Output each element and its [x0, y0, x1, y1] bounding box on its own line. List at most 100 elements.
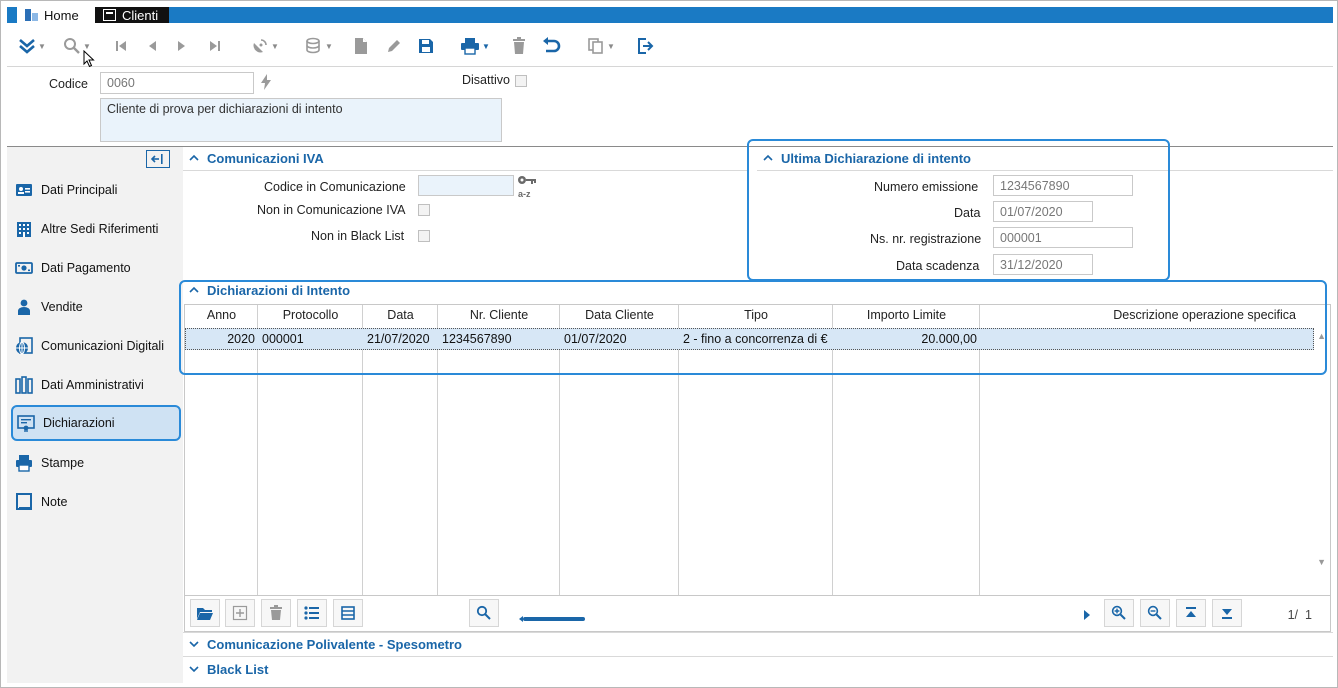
connect-button[interactable]: ▼	[245, 32, 285, 60]
print-button[interactable]: ▼	[453, 32, 497, 60]
menu-expand-button[interactable]: ▼	[13, 32, 51, 60]
sidebar-item-comunicazioni-digitali[interactable]: Comunicazioni Digitali	[11, 328, 181, 364]
disattivo-label: Disattivo	[462, 73, 510, 87]
exit-button[interactable]	[631, 32, 659, 60]
section-ultima-dichiarazione-header[interactable]: Ultima Dichiarazione di intento	[757, 147, 971, 169]
open-folder-button[interactable]	[190, 599, 220, 627]
numero-emissione-field[interactable]: 1234567890	[993, 175, 1133, 196]
save-button[interactable]	[414, 32, 438, 60]
new-document-button[interactable]	[349, 32, 373, 60]
sidebar-item-altre-sedi[interactable]: Altre Sedi Riferimenti	[11, 211, 181, 247]
scroll-up-icon[interactable]: ▲	[1317, 331, 1326, 341]
dropdown-arrow-icon: ▼	[482, 41, 490, 51]
tab-home[interactable]: Home	[17, 7, 95, 23]
data-field[interactable]: 01/07/2020	[993, 201, 1093, 222]
arrow-top-icon	[1186, 607, 1196, 617]
database-button[interactable]: ▼	[299, 32, 339, 60]
section-black-list-header[interactable]: Black List	[183, 658, 268, 680]
sidebar-item-note[interactable]: Note	[11, 484, 181, 520]
zoom-out-button[interactable]	[1140, 599, 1170, 627]
add-row-button[interactable]	[225, 599, 255, 627]
scroll-bottom-button[interactable]	[1212, 599, 1242, 627]
column-header-nr-cliente[interactable]: Nr. Cliente	[438, 305, 560, 325]
tab-clienti-label: Clienti	[122, 7, 159, 23]
cell-importo-limite: 20.000,00	[921, 332, 977, 346]
undo-button[interactable]	[537, 32, 565, 60]
section-dichiarazioni-header[interactable]: Dichiarazioni di Intento	[183, 279, 350, 301]
disattivo-checkbox[interactable]	[515, 75, 527, 87]
cell-data: 21/07/2020	[367, 332, 430, 346]
table-icon	[341, 606, 355, 620]
cell-descrizione	[981, 329, 1311, 349]
mouse-cursor-icon	[83, 50, 95, 68]
section-title: Ultima Dichiarazione di intento	[781, 150, 971, 166]
delete-row-button[interactable]	[261, 599, 291, 627]
section-divider	[183, 170, 749, 171]
sidebar-item-dati-pagamento[interactable]: Dati Pagamento	[11, 250, 181, 286]
zoom-in-button[interactable]	[1104, 599, 1134, 627]
app-window: Home Clienti ▼ ▼ ▼ ▼ ▼ ▼ Codice 0060 Dis…	[0, 0, 1338, 688]
pager-total: 1	[1305, 608, 1312, 622]
edit-button[interactable]	[382, 32, 406, 60]
next-record-button[interactable]	[171, 32, 193, 60]
sidebar-item-dati-amministrativi[interactable]: Dati Amministrativi	[11, 367, 181, 403]
first-icon	[116, 41, 126, 51]
data-scadenza-field[interactable]: 31/12/2020	[993, 254, 1093, 275]
non-iva-checkbox[interactable]	[418, 204, 430, 216]
column-header-protocollo[interactable]: Protocollo	[258, 305, 363, 325]
descrizione-field[interactable]: Cliente di prova per dichiarazioni di in…	[100, 98, 502, 142]
folder-open-icon	[197, 608, 213, 620]
certificate-icon	[17, 414, 35, 432]
printer-icon	[15, 454, 33, 472]
sidebar-item-label: Comunicazioni Digitali	[41, 339, 164, 353]
data-label: Data	[954, 206, 981, 220]
section-comunicazioni-iva-header[interactable]: Comunicazioni IVA	[183, 147, 324, 169]
last-record-button[interactable]	[204, 32, 226, 60]
column-header-anno[interactable]: Anno	[185, 305, 258, 325]
sidebar-item-dati-principali[interactable]: Dati Principali	[11, 172, 181, 208]
table-view-button[interactable]	[333, 599, 363, 627]
binders-icon	[15, 376, 33, 394]
scroll-top-button[interactable]	[1176, 599, 1206, 627]
ns-registrazione-field[interactable]: 000001	[993, 227, 1133, 248]
person-icon	[15, 298, 33, 316]
pencil-icon	[388, 40, 400, 52]
previous-record-button[interactable]	[141, 32, 163, 60]
sidebar-item-vendite[interactable]: Vendite	[11, 289, 181, 325]
column-header-data[interactable]: Data	[363, 305, 438, 325]
grid-search-button[interactable]	[469, 599, 499, 627]
collapse-sidebar-button[interactable]	[146, 150, 170, 168]
black-list-checkbox[interactable]	[418, 230, 430, 242]
codice-comunicazione-field[interactable]	[418, 175, 514, 196]
horizontal-scrollbar[interactable]	[519, 611, 585, 622]
codice-field[interactable]: 0060	[100, 72, 254, 94]
key-az-icon[interactable]: a-z	[517, 175, 537, 199]
sidebar-item-stampe[interactable]: Stampe	[11, 445, 181, 481]
scroll-right-icon[interactable]	[1083, 609, 1091, 620]
sidebar-item-label: Stampe	[41, 456, 85, 470]
search-icon	[476, 605, 491, 620]
new-document-icon	[355, 38, 367, 54]
codice-label: Codice	[49, 77, 88, 91]
column-header-descrizione[interactable]: Descrizione operazione specifica	[980, 305, 1314, 325]
table-row[interactable]: 2020 000001 21/07/2020 1234567890 01/07/…	[185, 328, 1314, 350]
column-header-tipo[interactable]: Tipo	[679, 305, 833, 325]
copy-icon	[588, 38, 603, 54]
first-record-button[interactable]	[110, 32, 132, 60]
list-view-button[interactable]	[297, 599, 327, 627]
sidebar-item-dichiarazioni[interactable]: Dichiarazioni	[11, 405, 181, 441]
copy-button[interactable]: ▼	[581, 32, 621, 60]
cell-data-cliente: 01/07/2020	[564, 332, 627, 346]
chevron-up-icon	[189, 286, 199, 293]
delete-button[interactable]	[507, 32, 531, 60]
lightning-icon[interactable]	[260, 74, 272, 90]
column-header-importo-limite[interactable]: Importo Limite	[833, 305, 980, 325]
column-header-data-cliente[interactable]: Data Cliente	[560, 305, 679, 325]
sidebar-item-label: Dati Amministrativi	[41, 378, 144, 392]
scroll-down-icon[interactable]: ▼	[1317, 557, 1326, 567]
tab-bar: Home Clienti	[7, 7, 1333, 23]
section-spesometro-header[interactable]: Comunicazione Polivalente - Spesometro	[183, 633, 462, 655]
chevron-up-icon	[763, 154, 773, 161]
collapse-left-icon	[150, 154, 163, 164]
tab-clienti[interactable]: Clienti	[95, 7, 169, 23]
